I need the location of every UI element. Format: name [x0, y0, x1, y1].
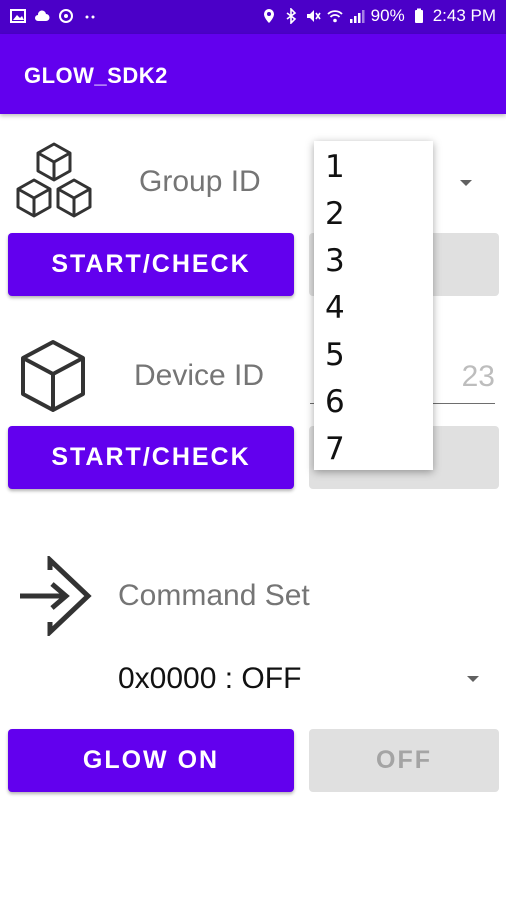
- command-spinner-value[interactable]: 0x0000 : OFF: [118, 662, 301, 696]
- dropdown-item[interactable]: 2: [314, 188, 433, 235]
- dropdown-item[interactable]: 5: [314, 329, 433, 376]
- command-spinner-arrow-icon[interactable]: [467, 676, 479, 682]
- dropdown-item[interactable]: 7: [314, 423, 433, 470]
- cubes-icon: [16, 142, 92, 218]
- cube-icon: [21, 340, 85, 412]
- status-left-icons: [10, 8, 98, 24]
- mute-icon: [306, 10, 321, 22]
- status-right: 90% 2:43 PM: [261, 6, 496, 26]
- dropdown-item[interactable]: 4: [314, 282, 433, 329]
- group-id-dropdown: 1 2 3 4 5 6 7: [314, 141, 433, 470]
- device-start-check-button[interactable]: START/CHECK: [8, 426, 294, 489]
- dropdown-item[interactable]: 1: [314, 141, 433, 188]
- device-id-label: Device ID: [134, 359, 265, 392]
- login-arrow-icon: [20, 556, 92, 636]
- off-button: OFF: [309, 729, 499, 792]
- battery-percent: 90%: [370, 6, 405, 25]
- cloud-icon: [35, 10, 50, 21]
- glow-on-button[interactable]: GLOW ON: [8, 729, 294, 792]
- group-start-check-button[interactable]: START/CHECK: [8, 233, 294, 296]
- app-title: GLOW_SDK2: [24, 63, 168, 88]
- group-id-label: Group ID: [139, 165, 261, 198]
- signal-icon: [349, 10, 365, 23]
- command-set-label: Command Set: [118, 579, 310, 612]
- bluetooth-icon: [286, 8, 296, 24]
- location-icon: [263, 9, 274, 23]
- app-bar: GLOW_SDK2: [0, 34, 506, 114]
- dropdown-item[interactable]: 3: [314, 235, 433, 282]
- image-icon: [10, 9, 26, 23]
- dropdown-item[interactable]: 6: [314, 376, 433, 423]
- sync-icon: [59, 9, 73, 23]
- group-spinner-arrow-icon[interactable]: [460, 180, 472, 186]
- dots-icon: [85, 15, 95, 19]
- clock: 2:43 PM: [432, 6, 496, 25]
- status-bar: 90% 2:43 PM: [0, 0, 506, 34]
- battery-icon: [414, 8, 423, 23]
- wifi-icon: [327, 10, 343, 23]
